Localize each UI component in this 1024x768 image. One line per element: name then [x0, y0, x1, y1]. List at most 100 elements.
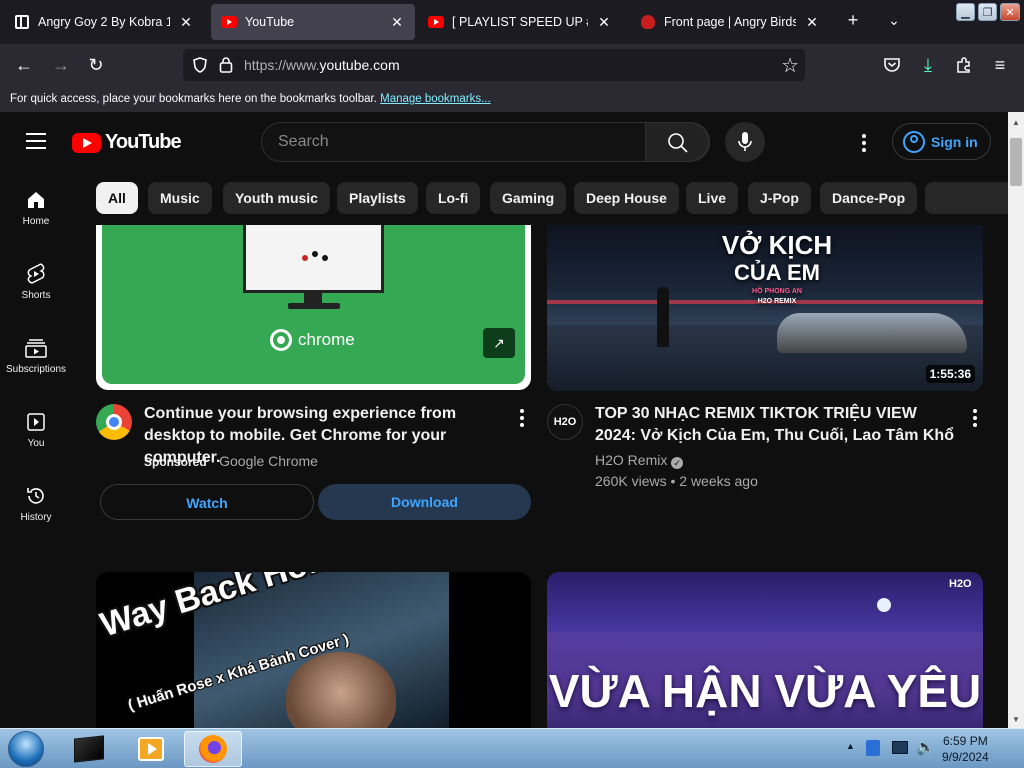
ad-card[interactable]: chrome ↗ Continue your browsing experien…: [96, 225, 531, 525]
taskbar-app-firefox[interactable]: [184, 731, 242, 767]
page-scrollbar[interactable]: ▲ ▼: [1008, 112, 1024, 728]
chip-music[interactable]: Music: [148, 182, 212, 214]
tab-playlist[interactable]: [ PLAYLIST SPEED UP #2 ] NH ✕: [418, 4, 622, 40]
video-duration: 1:55:36: [925, 365, 975, 383]
tab-youtube[interactable]: YouTube ✕: [211, 4, 415, 40]
url-text[interactable]: https://www.youtube.com: [244, 57, 400, 73]
microphone-icon: [738, 132, 752, 151]
figure-silhouette: [657, 287, 669, 347]
video-feed: chrome ↗ Continue your browsing experien…: [0, 225, 1008, 728]
extensions-puzzle-icon[interactable]: [955, 56, 973, 74]
book-icon: [14, 14, 30, 30]
video-card[interactable]: VỞ KỊCH CỦA EM HỒ PHONG AN H2O REMIX 1:5…: [547, 225, 983, 525]
video-thumbnail[interactable]: VỞ KỊCH CỦA EM HỒ PHONG AN H2O REMIX 1:5…: [547, 225, 983, 391]
sponsored-label: Sponsored: [144, 455, 207, 469]
youtube-logo[interactable]: YouTube: [72, 131, 182, 154]
firefox-icon: [199, 735, 227, 763]
tab-close-icon[interactable]: ✕: [596, 14, 612, 31]
bookmark-star-icon[interactable]: ☆: [781, 53, 799, 78]
scroll-up-icon[interactable]: ▲: [1012, 118, 1020, 127]
thumb-title: VỪA HẬN VỪA YÊU: [548, 665, 982, 717]
guide-menu-icon[interactable]: [26, 133, 46, 149]
restore-button[interactable]: ❐: [978, 3, 997, 21]
tab-close-icon[interactable]: ✕: [804, 14, 820, 31]
chip-deep-house[interactable]: Deep House: [574, 182, 679, 214]
voice-search-button[interactable]: [725, 122, 765, 162]
minimize-button[interactable]: ▁: [956, 3, 975, 21]
chip-playlists[interactable]: Playlists: [337, 182, 418, 214]
chrome-avatar[interactable]: [96, 404, 132, 440]
tab-angry-birds[interactable]: Front page | Angry Birds ✕: [630, 4, 830, 40]
channel-line: H2O Remix ✓: [595, 452, 684, 469]
channel-name[interactable]: H2O Remix: [595, 452, 667, 468]
chip-youth-music[interactable]: Youth music: [223, 182, 330, 214]
url-scheme: https://www.: [244, 57, 320, 73]
chip-live[interactable]: Live: [686, 182, 739, 214]
video-menu-kebab-icon[interactable]: [973, 409, 977, 430]
tab-close-icon[interactable]: ✕: [389, 14, 405, 31]
tab-angry-goy[interactable]: Angry Goy 2 By Kobra 1488 | ✕: [4, 4, 204, 40]
downloads-icon[interactable]: ⤓: [916, 54, 940, 76]
chip-gaming[interactable]: Gaming: [490, 182, 567, 214]
back-arrow-icon[interactable]: ←: [12, 54, 36, 76]
angry-birds-icon: [640, 14, 656, 30]
open-external-icon[interactable]: ↗: [483, 328, 515, 358]
settings-kebab-icon[interactable]: [862, 134, 866, 155]
taskbar-clock[interactable]: 6:59 PM 9/9/2024: [942, 733, 989, 765]
forward-arrow-icon[interactable]: →: [49, 54, 73, 76]
pocket-icon[interactable]: [883, 57, 901, 73]
scroll-down-icon[interactable]: ▼: [1012, 715, 1020, 724]
download-button[interactable]: Download: [318, 484, 531, 520]
sign-in-button[interactable]: Sign in: [892, 123, 991, 160]
shield-icon[interactable]: [192, 57, 208, 73]
chip-jpop[interactable]: J-Pop: [748, 182, 811, 214]
video-card[interactable]: H2O VỪA HẬN VỪA YÊU: [547, 572, 983, 728]
ad-menu-kebab-icon[interactable]: [520, 409, 524, 430]
tab-label: Angry Goy 2 By Kobra 1488 |: [38, 15, 170, 29]
video-thumbnail[interactable]: H2O VỪA HẬN VỪA YÊU: [547, 572, 983, 728]
search-icon: [668, 133, 688, 153]
monitor-illustration: [243, 225, 384, 293]
ad-thumbnail[interactable]: chrome ↗: [96, 225, 531, 390]
video-card[interactable]: Way Back Home ( Huấn Rose x Khá Bảnh Cov…: [96, 572, 531, 728]
chip-all[interactable]: All: [96, 182, 138, 214]
tab-label: [ PLAYLIST SPEED UP #2 ] NH: [452, 15, 588, 29]
tray-expand-icon[interactable]: ▲: [846, 741, 855, 751]
search-input[interactable]: Search: [278, 133, 329, 151]
taskbar-app-terminal[interactable]: [60, 731, 118, 767]
browser-nav-bar: ← → ↻ https://www.youtube.com ☆ ⤓ ≡: [0, 44, 1024, 86]
reload-icon[interactable]: ↻: [84, 54, 108, 76]
manage-bookmarks-link[interactable]: Manage bookmarks...: [380, 93, 491, 105]
chip-dance-pop[interactable]: Dance-Pop: [820, 182, 918, 214]
search-box[interactable]: Search: [261, 122, 710, 162]
channel-avatar[interactable]: H2O: [547, 404, 583, 440]
new-tab-button[interactable]: +: [841, 10, 865, 31]
scrollbar-thumb[interactable]: [1010, 138, 1022, 186]
close-window-button[interactable]: ✕: [1000, 3, 1020, 21]
tab-close-icon[interactable]: ✕: [178, 14, 194, 31]
list-all-tabs-chevron-icon[interactable]: ⌄: [882, 12, 906, 29]
thumb-logo: H2O: [949, 578, 972, 590]
watch-button[interactable]: Watch: [100, 484, 314, 520]
tray-display-icon[interactable]: [892, 741, 908, 754]
screen: Angry Goy 2 By Kobra 1488 | ✕ YouTube ✕ …: [0, 0, 1024, 768]
start-button[interactable]: [4, 729, 48, 768]
video-thumbnail[interactable]: Way Back Home ( Huấn Rose x Khá Bảnh Cov…: [96, 572, 531, 728]
tray-volume-icon[interactable]: 🔈: [916, 738, 935, 756]
tray-network-icon[interactable]: [866, 740, 880, 756]
browser-tab-bar: Angry Goy 2 By Kobra 1488 | ✕ YouTube ✕ …: [0, 0, 1024, 44]
thumb-title: VỞ KỊCH CỦA EM HỒ PHONG AN H2O REMIX: [721, 230, 833, 305]
chip-lofi[interactable]: Lo-fi: [426, 182, 481, 214]
ad-green-panel: chrome ↗: [102, 225, 525, 384]
taskbar-app-media[interactable]: [122, 731, 180, 767]
menu-hamburger-icon[interactable]: ≡: [988, 54, 1012, 76]
yt-masthead: YouTube Search Sign in: [0, 112, 1008, 170]
tab-label: YouTube: [245, 15, 295, 29]
lock-icon[interactable]: [219, 56, 233, 73]
search-button[interactable]: [645, 122, 709, 162]
home-icon: [24, 188, 48, 212]
sign-in-label: Sign in: [931, 133, 978, 150]
windows-logo-icon: [8, 731, 44, 767]
url-bar[interactable]: https://www.youtube.com ☆: [183, 49, 805, 81]
video-title[interactable]: TOP 30 NHẠC REMIX TIKTOK TRIỆU VIEW 2024…: [595, 403, 955, 447]
